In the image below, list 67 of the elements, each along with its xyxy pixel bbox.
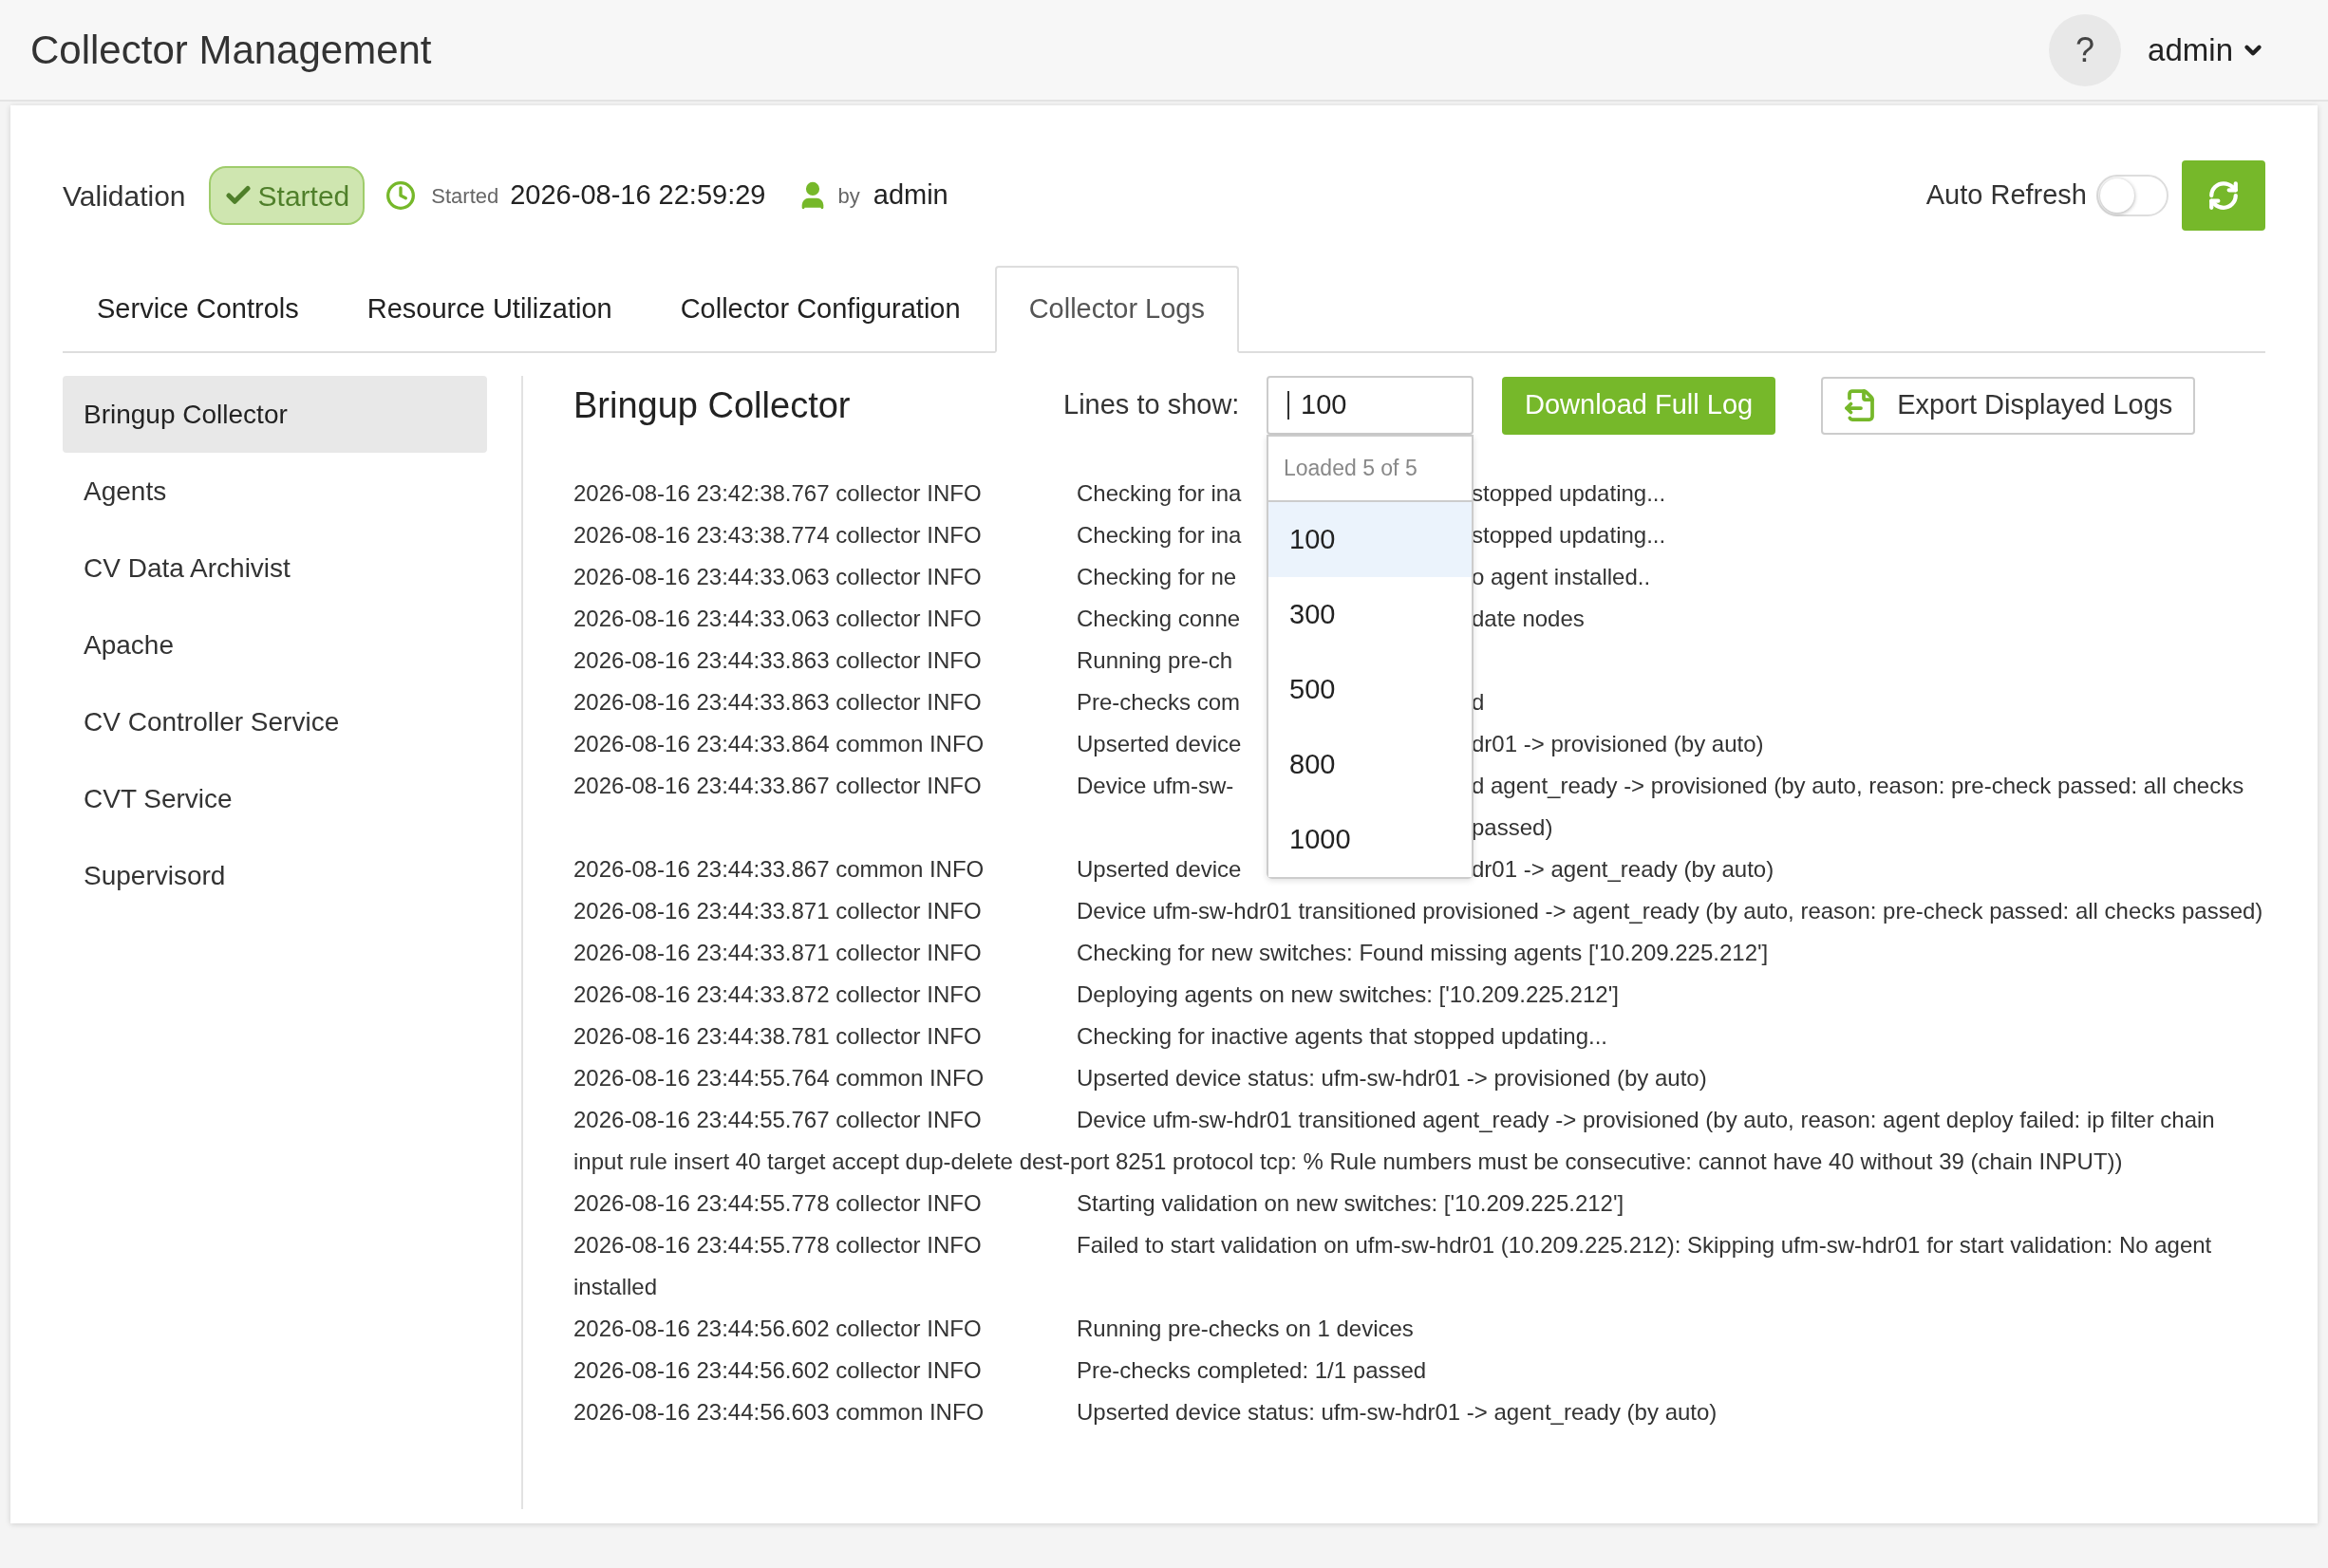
log-message: dr01 -> agent_ready (by auto) [1472, 855, 1775, 884]
dropdown-option[interactable]: 1000 [1268, 802, 1472, 877]
log-prefix: 2026-08-16 23:43:38.774 collector INFO [573, 521, 983, 550]
page-title: Collector Management [30, 27, 432, 74]
tab[interactable]: Collector Configuration [646, 266, 995, 353]
log-line: 2026-08-16 23:44:33.871 collector INFO Checking for new switches: Found missing agents ['10.209.225.212'] [573, 939, 1770, 967]
log-line: 2026-08-16 23:44:55.778 collector INFO Starting validation on new switches: ['10.209.225.212'] [573, 1189, 1625, 1218]
log-line: 2026-08-16 23:44:38.781 collector INFO Checking for inactive agents that stopped updating... [573, 1022, 1609, 1051]
log-message: Checking for ina [1077, 522, 1242, 548]
lines-label: Lines to show: [1063, 388, 1241, 422]
sidebar-item[interactable]: CV Controller Service [63, 683, 487, 760]
log-prefix: 2026-08-16 23:44:33.864 common INFO [573, 730, 986, 758]
log-prefix: 2026-08-16 23:44:33.063 collector INFO [573, 605, 983, 633]
started-time: 2026-08-16 22:59:29 [510, 178, 766, 213]
sidebar-item[interactable]: Bringup Collector [63, 376, 487, 453]
log-line: 2026-08-16 23:44:55.778 collector INFO Failed to start validation on ufm-sw-hdr01 (10.209.225.212): Skipping ufm-sw-hdr01 for start validation: No agent installed [573, 1231, 2213, 1301]
lines-select[interactable]: 100 [1267, 376, 1474, 435]
log-message: stopped updating... [1472, 479, 1667, 508]
log-message: Checking for ina [1077, 480, 1242, 506]
tab[interactable]: Collector Logs [994, 266, 1239, 353]
started-label: Started [431, 182, 499, 210]
log-message: Upserted device [1077, 731, 1242, 756]
log-prefix: 2026-08-16 23:44:33.867 common INFO [573, 855, 986, 884]
refresh-button[interactable] [2182, 160, 2265, 231]
log-message: Upserted device [1077, 856, 1242, 882]
log-line: 2026-08-16 23:44:56.603 common INFO Upserted device status: ufm-sw-hdr01 -> agent_ready (by auto) [573, 1398, 1718, 1427]
log-line: 2026-08-16 23:44:56.602 collector INFO Running pre-checks on 1 devices [573, 1315, 1415, 1343]
log-line: 2026-08-16 23:44:56.602 collector INFO Pre-checks completed: 1/1 passed [573, 1356, 1428, 1385]
dropdown-option[interactable]: 800 [1268, 727, 1472, 802]
dropdown-option[interactable]: 500 [1268, 652, 1472, 727]
clock-icon [385, 180, 417, 211]
export-logs-button[interactable]: Export Displayed Logs [1821, 376, 2196, 435]
log-prefix: 2026-08-16 23:42:38.767 collector INFO [573, 479, 983, 508]
help-button[interactable]: ? [2049, 13, 2122, 86]
sidebar-item[interactable]: Supervisord [63, 837, 487, 914]
started-by-user: admin [873, 178, 948, 213]
log-line: 2026-08-16 23:44:33.863 collector INFO Running pre-ch [573, 646, 1234, 675]
panel-title: Bringup Collector [573, 383, 852, 427]
dropdown-option[interactable]: 300 [1268, 577, 1472, 652]
log-message: Device ufm-sw- [1077, 773, 1234, 798]
log-message: date nodes [1472, 605, 1586, 633]
sidebar-item[interactable]: Apache [63, 607, 487, 683]
sidebar-item[interactable]: Agents [63, 453, 487, 530]
by-label: by [837, 182, 860, 210]
log-line: 2026-08-16 23:44:55.767 collector INFO Device ufm-sw-hdr01 transitioned agent_ready -> provisioned (by auto, reason: agent deploy failed: ip filter chain input rule insert 40 target accept dup-delete dest-port 8251 protocol tcp: % Rule numbers must be consecutive: cannot have 40 without 39 (chain INPUT)) [573, 1106, 2216, 1176]
log-line: 2026-08-16 23:44:55.764 common INFO Upserted device status: ufm-sw-hdr01 -> provisioned (by auto) [573, 1064, 1708, 1092]
log-message: stopped updating... [1472, 521, 1667, 550]
log-prefix: 2026-08-16 23:44:33.867 collector INFO [573, 772, 983, 800]
refresh-icon [2207, 179, 2240, 212]
log-message: Checking for ne [1077, 564, 1237, 589]
log-prefix: 2026-08-16 23:44:33.863 collector INFO [573, 688, 983, 717]
auto-refresh-toggle[interactable] [2096, 175, 2168, 216]
log-line: 2026-08-16 23:44:33.871 collector INFO Device ufm-sw-hdr01 transitioned provisioned -> agent_ready (by auto, reason: pre-check passed: all checks passed) [573, 897, 2264, 925]
status-badge: Started [208, 166, 366, 225]
log-prefix: 2026-08-16 23:44:33.063 collector INFO [573, 563, 983, 591]
log-message: dr01 -> provisioned (by auto) [1472, 730, 1765, 758]
log-message: Pre-checks com [1077, 689, 1241, 715]
tab[interactable]: Resource Utilization [332, 266, 647, 353]
dropdown-option[interactable]: 100 [1268, 502, 1472, 577]
sidebar-item[interactable]: CVT Service [63, 760, 487, 837]
user-menu[interactable]: admin [2148, 26, 2265, 74]
sidebar-item[interactable]: CV Data Archivist [63, 530, 487, 607]
tab[interactable]: Service Controls [63, 266, 333, 353]
auto-refresh-label: Auto Refresh [1925, 178, 2087, 213]
log-message: Checking conne [1077, 606, 1241, 631]
validation-label: Validation [63, 178, 186, 214]
log-line: 2026-08-16 23:44:33.872 collector INFO Deploying agents on new switches: ['10.209.225.212'] [573, 980, 1620, 1009]
